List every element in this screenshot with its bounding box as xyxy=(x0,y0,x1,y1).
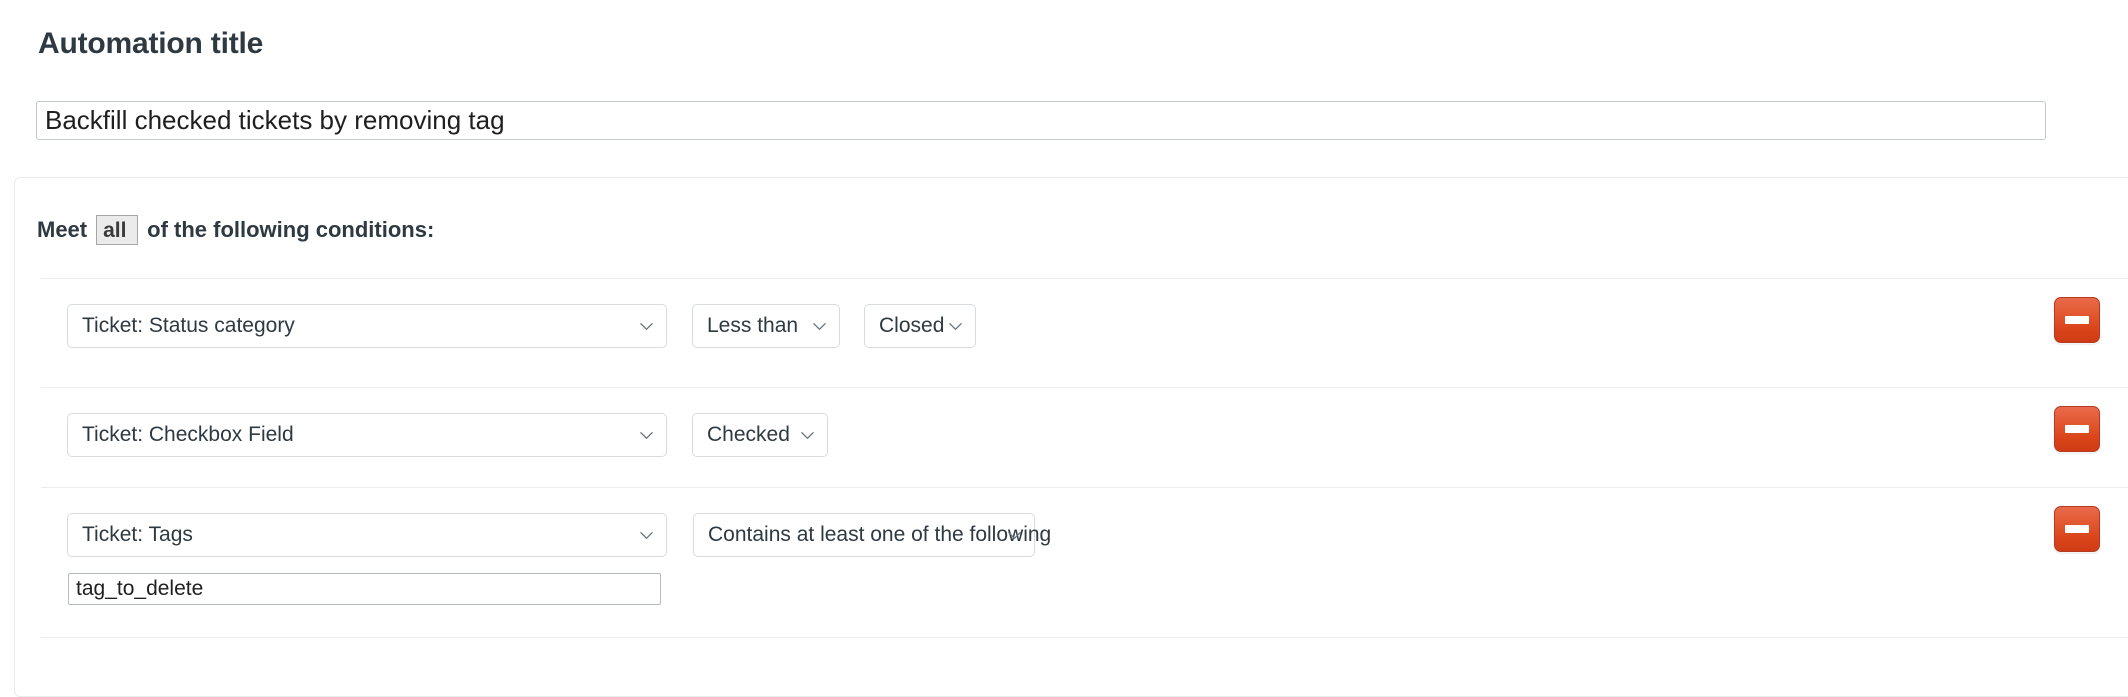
remove-condition-button[interactable] xyxy=(2054,506,2100,552)
remove-condition-button[interactable] xyxy=(2054,406,2100,452)
chevron-down-icon xyxy=(800,428,815,443)
condition-field-select[interactable]: Ticket: Checkbox Field xyxy=(67,413,667,457)
chevron-down-icon xyxy=(948,319,963,334)
conditions-card: Meet all of the following conditions: Ti… xyxy=(14,177,2128,697)
condition-field-select[interactable]: Ticket: Status category xyxy=(67,304,667,348)
minus-icon xyxy=(2065,425,2089,433)
condition-operator-label: Checked xyxy=(707,423,790,446)
meet-suffix-label: of the following conditions: xyxy=(147,217,435,242)
chevron-down-icon xyxy=(639,319,654,334)
minus-icon xyxy=(2065,525,2089,533)
match-type-row: Meet all of the following conditions: xyxy=(37,213,434,247)
condition-field-select[interactable]: Ticket: Tags xyxy=(67,513,667,557)
condition-tag-input[interactable] xyxy=(68,573,661,605)
condition-operator-select[interactable]: Checked xyxy=(692,413,828,457)
condition-operator-label: Less than xyxy=(707,314,799,337)
automation-title-input[interactable] xyxy=(36,101,2046,140)
condition-field-label: Ticket: Checkbox Field xyxy=(82,423,294,446)
condition-value-select[interactable]: Closed xyxy=(864,304,976,348)
remove-condition-button[interactable] xyxy=(2054,297,2100,343)
condition-row: Ticket: Tags Contains at least one of th… xyxy=(15,487,2128,637)
chevron-down-icon xyxy=(812,319,827,334)
row-separator xyxy=(41,637,2128,638)
condition-operator-label: Contains at least one of the following xyxy=(708,523,1052,546)
condition-operator-select[interactable]: Less than xyxy=(692,304,840,348)
condition-field-label: Ticket: Status category xyxy=(82,314,295,337)
condition-field-label: Ticket: Tags xyxy=(82,523,193,546)
chevron-down-icon xyxy=(639,428,654,443)
minus-icon xyxy=(2065,316,2089,324)
condition-controls: Ticket: Status category Less than Closed xyxy=(67,304,976,348)
condition-row: Ticket: Checkbox Field Checked xyxy=(15,387,2128,487)
condition-controls: Ticket: Checkbox Field Checked xyxy=(67,413,828,457)
page-title: Automation title xyxy=(38,27,264,60)
match-type-select[interactable]: all xyxy=(96,215,139,245)
condition-operator-select[interactable]: Contains at least one of the following xyxy=(693,513,1051,557)
condition-row: Ticket: Status category Less than Closed xyxy=(15,278,2128,387)
condition-value-label: Closed xyxy=(879,314,945,337)
chevron-down-icon xyxy=(639,528,654,543)
meet-prefix-label: Meet xyxy=(37,217,88,242)
condition-controls: Ticket: Tags Contains at least one of th… xyxy=(67,513,1051,557)
automation-editor-page: Automation title Meet all of the followi… xyxy=(0,0,2128,697)
